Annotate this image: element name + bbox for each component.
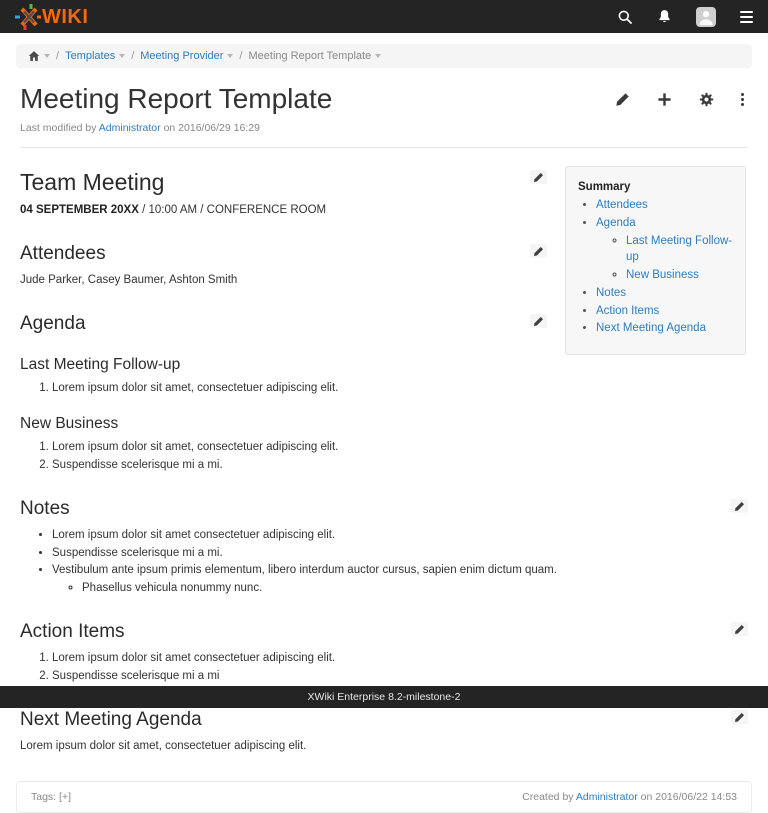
list-item: Lorem ipsum dolor sit amet consectetuer … (52, 527, 748, 544)
list-item: Suspendisse scelerisque mi a mi. (52, 545, 748, 562)
created-by-user-link[interactable]: Administrator (576, 791, 638, 803)
summary-toc-panel: Summary Attendees Agenda Last Meeting Fo… (565, 166, 746, 355)
list-item: Suspendisse scelerisque mi a mi (52, 668, 748, 685)
toc-item: New Business (626, 267, 737, 284)
toc-title: Summary (578, 179, 737, 196)
heading-last-meeting-follow-up: Last Meeting Follow-up (20, 354, 748, 376)
last-modified-line: Last modified by Administrator on 2016/0… (20, 122, 748, 134)
breadcrumb-home-icon[interactable] (28, 50, 40, 62)
breadcrumb-provider-caret-icon[interactable] (227, 54, 233, 58)
version-text: XWiki Enterprise 8.2-milestone-2 (308, 691, 461, 703)
section-edit-pencil-icon[interactable] (530, 170, 547, 184)
section-edit-pencil-icon[interactable] (731, 710, 748, 724)
section-edit-pencil-icon[interactable] (731, 499, 748, 513)
toc-link-notes[interactable]: Notes (596, 287, 626, 299)
section-edit-pencil-icon[interactable] (731, 622, 748, 636)
breadcrumb-meeting-provider-link[interactable]: Meeting Provider (140, 50, 223, 62)
next-meeting-agenda-text: Lorem ipsum dolor sit amet, consectetuer… (20, 738, 748, 755)
notes-list: Lorem ipsum dolor sit amet consectetuer … (20, 527, 748, 597)
toc-link-new-business[interactable]: New Business (626, 269, 699, 281)
document-footer: Tags: [+] Created by Administrator on 20… (16, 781, 752, 813)
section-edit-pencil-icon[interactable] (530, 244, 547, 258)
modified-by-user-link[interactable]: Administrator (99, 122, 161, 134)
breadcrumb-templates-caret-icon[interactable] (119, 54, 125, 58)
breadcrumb-current-caret-icon[interactable] (375, 54, 381, 58)
xwiki-logo-text: WIKI (42, 7, 88, 27)
heading-next-meeting-agenda: Next Meeting Agenda (20, 706, 748, 734)
toc-item: Notes (596, 285, 737, 302)
toc-link-action-items[interactable]: Action Items (596, 305, 659, 317)
list-item: Suspendisse scelerisque mi a mi. (52, 457, 748, 474)
tags-area: Tags: [+] (31, 791, 71, 803)
top-navbar: WIKI (0, 0, 768, 33)
toc-item: Last Meeting Follow-up (626, 233, 737, 266)
heading-notes: Notes (20, 495, 748, 523)
toc-link-next-meeting-agenda[interactable]: Next Meeting Agenda (596, 322, 706, 334)
more-actions-kebab-icon[interactable] (741, 93, 744, 106)
breadcrumb-templates-link[interactable]: Templates (65, 50, 115, 62)
add-plus-icon[interactable] (657, 92, 672, 107)
section-edit-pencil-icon[interactable] (530, 314, 547, 328)
list-item: Lorem ipsum dolor sit amet, consectetuer… (52, 380, 748, 397)
toc-item: Agenda Last Meeting Follow-up New Busine… (596, 215, 737, 284)
add-tag-link[interactable]: [+] (59, 791, 71, 803)
heading-action-items: Action Items (20, 618, 748, 646)
toc-link-attendees[interactable]: Attendees (596, 199, 648, 211)
list-item: Phasellus vehicula nonummy nunc. (82, 580, 748, 597)
edit-pencil-icon[interactable] (615, 92, 630, 107)
xwiki-logo[interactable]: WIKI (15, 4, 88, 30)
created-by-line: Created by Administrator on 2016/06/22 1… (522, 791, 737, 803)
menu-hamburger-icon[interactable] (740, 11, 753, 23)
toc-item: Next Meeting Agenda (596, 320, 737, 337)
toc-item: Attendees (596, 197, 737, 214)
settings-gear-icon[interactable] (699, 92, 714, 107)
followup-list: Lorem ipsum dolor sit amet, consectetuer… (20, 380, 748, 397)
list-item: Lorem ipsum dolor sit amet, consectetuer… (52, 439, 748, 456)
toc-item: Action Items (596, 303, 737, 320)
breadcrumb-home-caret-icon[interactable] (44, 54, 50, 58)
xwiki-logo-icon (15, 4, 41, 30)
action-items-list: Lorem ipsum dolor sit amet consectetuer … (20, 650, 748, 684)
search-icon[interactable] (617, 9, 633, 25)
toc-link-last-meeting-follow-up[interactable]: Last Meeting Follow-up (626, 235, 732, 264)
list-item: Lorem ipsum dolor sit amet consectetuer … (52, 650, 748, 667)
document-content: Summary Attendees Agenda Last Meeting Fo… (20, 148, 748, 759)
toc-link-agenda[interactable]: Agenda (596, 217, 636, 229)
list-item: Vestibulum ante ipsum primis elementum, … (52, 562, 748, 596)
notes-sublist: Phasellus vehicula nonummy nunc. (52, 580, 748, 597)
notifications-bell-icon[interactable] (657, 9, 672, 24)
breadcrumb-current-page: Meeting Report Template (248, 50, 371, 62)
breadcrumb: / Templates / Meeting Provider / Meeting… (16, 44, 752, 68)
user-avatar[interactable] (696, 7, 716, 27)
version-bottom-bar: XWiki Enterprise 8.2-milestone-2 (0, 686, 768, 708)
heading-new-business: New Business (20, 413, 748, 435)
new-business-list: Lorem ipsum dolor sit amet, consectetuer… (20, 439, 748, 473)
page-title: Meeting Report Template (20, 84, 332, 115)
